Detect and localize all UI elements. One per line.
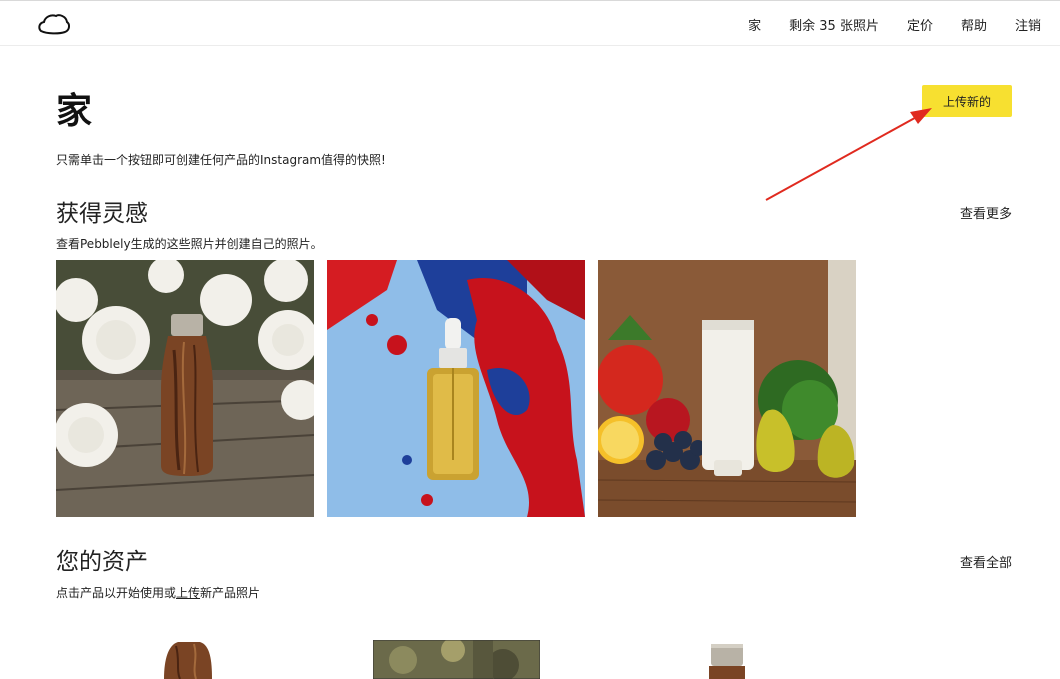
assets-title: 您的资产 xyxy=(56,549,148,575)
assets-description-post: 新产品照片 xyxy=(200,586,261,600)
assets-upload-link[interactable]: 上传 xyxy=(176,586,200,600)
upload-new-button[interactable]: 上传新的 xyxy=(922,85,1012,117)
pebble-logo-icon[interactable] xyxy=(37,11,71,37)
inspiration-title: 获得灵感 xyxy=(56,201,148,227)
annotation-arrow-icon xyxy=(765,108,932,201)
page: 家 剩余 35 张照片 定价 帮助 注销 家 上传新的 只需单击一个按钮即可创建… xyxy=(0,0,1060,679)
nav-help[interactable]: 帮助 xyxy=(961,15,987,34)
inspiration-description: 查看Pebblely生成的这些照片并创建自己的照片。 xyxy=(56,237,323,251)
top-nav: 家 剩余 35 张照片 定价 帮助 注销 xyxy=(0,0,1060,46)
assets-description-pre: 点击产品以开始使用或 xyxy=(56,586,177,600)
page-title: 家 xyxy=(56,91,93,132)
asset-item-wood-bottle[interactable] xyxy=(158,640,218,679)
nav-pricing[interactable]: 定价 xyxy=(907,15,933,34)
nav-logout[interactable]: 注销 xyxy=(1015,15,1041,34)
page-subtitle: 只需单击一个按钮即可创建任何产品的Instagram值得的快照! xyxy=(56,153,386,167)
see-all-link[interactable]: 查看全部 xyxy=(960,552,1012,571)
inspiration-image-fruits[interactable] xyxy=(598,260,856,517)
nav-home[interactable]: 家 xyxy=(748,15,761,34)
see-more-link[interactable]: 查看更多 xyxy=(960,203,1012,222)
inspiration-image-bottle[interactable] xyxy=(56,260,314,517)
asset-item-steel-bottle[interactable] xyxy=(705,640,749,679)
asset-item-outdoor-photo[interactable] xyxy=(373,640,540,679)
nav-links: 家 剩余 35 张照片 定价 帮助 注销 xyxy=(720,1,1041,47)
nav-photos-remaining[interactable]: 剩余 35 张照片 xyxy=(789,15,879,34)
assets-description: 点击产品以开始使用或上传新产品照片 xyxy=(56,584,260,601)
inspiration-image-serum[interactable] xyxy=(327,260,585,517)
